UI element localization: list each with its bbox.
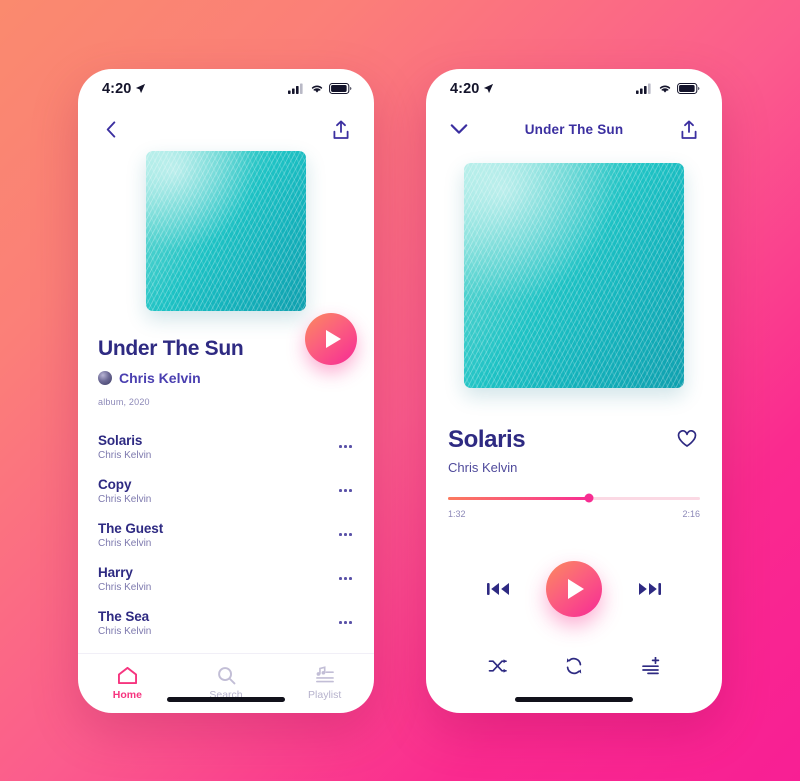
collapse-player-button[interactable] bbox=[446, 117, 472, 143]
battery-icon bbox=[329, 83, 352, 94]
table-row[interactable]: Love & Death Chris Kelvin bbox=[78, 645, 374, 653]
table-row[interactable]: The Guest Chris Kelvin bbox=[78, 513, 374, 557]
track-artist: Chris Kelvin bbox=[98, 537, 152, 549]
status-bar-time-group: 4:20 bbox=[450, 81, 494, 97]
album-meta: album, 2020 bbox=[98, 396, 150, 407]
track-title: The Guest bbox=[98, 520, 164, 536]
tab-home[interactable]: Home bbox=[78, 666, 177, 701]
favorite-button[interactable] bbox=[674, 426, 700, 452]
now-playing-artist: Chris Kelvin bbox=[448, 459, 518, 475]
play-pause-button[interactable] bbox=[546, 560, 602, 617]
next-track-button[interactable] bbox=[636, 576, 662, 602]
track-more-options-icon[interactable] bbox=[339, 577, 352, 580]
home-indicator bbox=[515, 697, 633, 702]
phone-player-screen: 4:20 Under The Sun Solaris Chris Kelvin … bbox=[426, 68, 722, 713]
add-to-playlist-button[interactable] bbox=[637, 653, 663, 679]
cellular-signal-icon bbox=[288, 83, 303, 94]
album-artist-row: Chris Kelvin bbox=[98, 370, 354, 386]
now-playing-title: Solaris bbox=[448, 425, 526, 453]
skip-previous-icon bbox=[487, 582, 509, 595]
skip-next-icon bbox=[639, 582, 661, 595]
bottom-tab-bar: Home Search Playlist bbox=[78, 652, 374, 713]
tab-home-label: Home bbox=[112, 688, 142, 701]
artist-avatar bbox=[98, 370, 112, 385]
phone-album-screen: 4:20 Under The Sun Chris Kelvin album, 2… bbox=[78, 68, 374, 713]
status-bar: 4:20 bbox=[78, 69, 374, 109]
play-album-button[interactable] bbox=[305, 312, 357, 365]
wifi-icon bbox=[659, 85, 671, 93]
status-bar-time: 4:20 bbox=[102, 80, 132, 97]
secondary-controls bbox=[426, 653, 722, 679]
now-playing-artwork bbox=[464, 162, 684, 388]
track-list: Solaris Chris Kelvin Copy Chris Kelvin T… bbox=[78, 425, 374, 653]
share-button[interactable] bbox=[328, 117, 354, 143]
status-bar: 4:20 bbox=[426, 69, 722, 109]
track-title: Copy bbox=[98, 476, 132, 492]
seek-thumb[interactable] bbox=[584, 493, 594, 503]
table-row[interactable]: Solaris Chris Kelvin bbox=[78, 425, 374, 469]
track-more-options-icon[interactable] bbox=[339, 445, 352, 448]
repeat-button[interactable] bbox=[561, 653, 587, 679]
screenshot-canvas: 4:20 Under The Sun Chris Kelvin album, 2… bbox=[0, 0, 800, 781]
playlist-icon bbox=[316, 665, 335, 682]
seek-slider[interactable] bbox=[448, 493, 700, 503]
album-nav-bar bbox=[78, 109, 374, 151]
track-more-options-icon[interactable] bbox=[339, 489, 352, 492]
elapsed-time: 1:32 bbox=[448, 508, 466, 519]
battery-icon bbox=[677, 83, 700, 94]
track-artist: Chris Kelvin bbox=[98, 581, 152, 593]
album-header: Under The Sun Chris Kelvin album, 2020 bbox=[78, 311, 374, 407]
track-more-options-icon[interactable] bbox=[339, 533, 352, 536]
track-title: Harry bbox=[98, 564, 133, 580]
table-row[interactable]: Harry Chris Kelvin bbox=[78, 557, 374, 601]
seek-progress-fill bbox=[448, 496, 590, 500]
total-duration: 2:16 bbox=[682, 508, 700, 519]
tab-playlist-label: Playlist bbox=[308, 688, 342, 701]
status-bar-indicators bbox=[288, 83, 352, 94]
play-icon bbox=[325, 329, 341, 348]
tab-playlist[interactable]: Playlist bbox=[275, 665, 374, 701]
add-to-playlist-icon bbox=[642, 656, 660, 674]
home-icon bbox=[117, 666, 137, 684]
page-title: Under The Sun bbox=[524, 122, 624, 137]
track-more-options-icon[interactable] bbox=[339, 621, 352, 624]
share-upload-icon bbox=[681, 120, 697, 139]
player-nav-bar: Under The Sun bbox=[426, 109, 722, 151]
album-artist-name: Chris Kelvin bbox=[119, 369, 201, 386]
track-artist: Chris Kelvin bbox=[98, 625, 152, 637]
share-button[interactable] bbox=[676, 117, 702, 143]
track-title: Solaris bbox=[98, 432, 143, 448]
repeat-icon bbox=[566, 657, 582, 674]
cellular-signal-icon bbox=[636, 83, 651, 94]
track-title: The Sea bbox=[98, 608, 150, 624]
track-artist: Chris Kelvin bbox=[98, 493, 152, 505]
search-icon bbox=[217, 666, 235, 684]
wifi-icon bbox=[311, 85, 323, 93]
track-artist: Chris Kelvin bbox=[98, 449, 152, 461]
location-arrow-icon bbox=[136, 83, 146, 94]
shuffle-button[interactable] bbox=[485, 653, 511, 679]
shuffle-icon bbox=[488, 658, 507, 673]
seek-bar-group: 1:32 2:16 bbox=[426, 475, 722, 519]
table-row[interactable]: Copy Chris Kelvin bbox=[78, 469, 374, 513]
chevron-down-icon bbox=[450, 124, 468, 134]
location-arrow-icon bbox=[484, 83, 494, 94]
play-icon bbox=[568, 578, 584, 599]
now-playing-info: Solaris Chris Kelvin bbox=[426, 388, 722, 475]
seek-time-labels: 1:32 2:16 bbox=[448, 509, 700, 519]
previous-track-button[interactable] bbox=[486, 576, 512, 602]
playback-controls bbox=[426, 560, 722, 617]
back-button[interactable] bbox=[98, 117, 124, 143]
album-artwork bbox=[146, 150, 306, 311]
heart-outline-icon bbox=[677, 429, 697, 447]
status-bar-time-group: 4:20 bbox=[102, 81, 146, 97]
table-row[interactable]: The Sea Chris Kelvin bbox=[78, 601, 374, 645]
share-upload-icon bbox=[333, 120, 349, 139]
home-indicator bbox=[167, 697, 285, 702]
tab-search[interactable]: Search bbox=[177, 666, 276, 701]
status-bar-indicators bbox=[636, 83, 700, 94]
chevron-left-icon bbox=[106, 121, 115, 138]
status-bar-time: 4:20 bbox=[450, 80, 480, 97]
